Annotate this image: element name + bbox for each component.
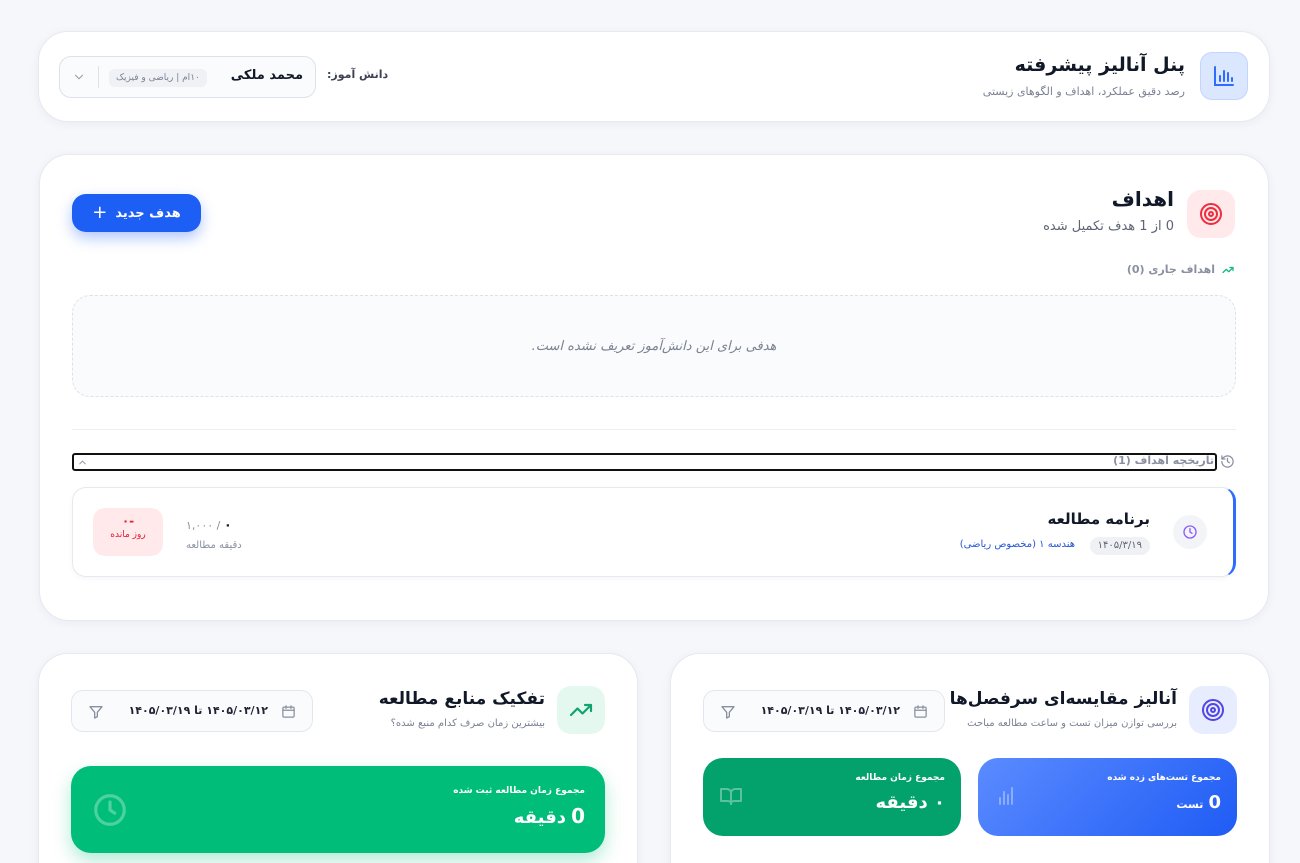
study-sources-card: تفکیک منابع مطالعه بیشترین زمان صرف کدام… <box>38 653 638 863</box>
filter-icon[interactable] <box>88 704 104 720</box>
goals-summary: 0 از 1 هدف تکمیل شده <box>1043 219 1174 234</box>
days-left-value: -۰ <box>121 514 135 528</box>
trending-up-icon <box>1222 266 1234 274</box>
bar-chart-icon <box>999 787 1013 805</box>
compare-title: آنالیز مقایسه‌ای سرفصل‌ها <box>949 689 1177 709</box>
header-card: پنل آنالیز پیشرفته رصد دقیق عملکرد، اهدا… <box>38 31 1270 122</box>
page-title: پنل آنالیز پیشرفته <box>1014 54 1185 76</box>
total-study-time-unit: دقیقه <box>513 807 566 828</box>
goal-subject: هندسه ۱ (مخصوص ریاضی) <box>959 539 1075 550</box>
sources-date-range: ۱۴۰۵/۰۳/۱۲ تا ۱۴۰۵/۰۳/۱۹ <box>128 704 268 717</box>
goals-title: اهداف <box>1111 187 1174 211</box>
history-toggle[interactable] <box>72 453 1217 471</box>
tests-total-label: مجموع تست‌های زده شده <box>1107 773 1221 783</box>
compare-subtitle: بررسی توازن میزان تست و ساعت مطالعه مباح… <box>967 718 1177 729</box>
chevron-down-icon <box>74 74 84 80</box>
student-grade-tag: ۱۰ام | ریاضی و فیزیک <box>109 69 207 87</box>
goal-history-item[interactable]: برنامه مطالعه ۱۴۰۵/۳/۱۹ هندسه ۱ (مخصوص ر… <box>72 487 1236 577</box>
goal-progress: ۰ / ۱,۰۰۰ <box>186 518 232 533</box>
target-icon <box>1187 190 1235 238</box>
page-subtitle: رصد دقیق عملکرد، اهداف و الگوهای زیستی <box>982 85 1185 98</box>
sources-subtitle: بیشترین زمان صرف کدام منبع شده؟ <box>390 718 545 729</box>
student-name: محمد ملکی <box>230 68 303 83</box>
compare-date-range: ۱۴۰۵/۰۳/۱۲ تا ۱۴۰۵/۰۳/۱۹ <box>760 704 900 717</box>
filter-icon[interactable] <box>720 704 736 720</box>
history-label: تاریخچه اهداف (1) <box>1113 454 1214 467</box>
total-study-time-value: 0 دقیقه <box>514 804 585 828</box>
select-divider <box>98 66 99 88</box>
target-icon <box>1189 686 1237 734</box>
days-left-badge: -۰ روز مانده <box>93 508 163 556</box>
topic-compare-card: آنالیز مقایسه‌ای سرفصل‌ها بررسی توازن می… <box>670 653 1270 863</box>
student-select[interactable]: محمد ملکی ۱۰ام | ریاضی و فیزیک <box>59 56 316 98</box>
tests-total-value: 0 تست <box>1176 792 1221 813</box>
chevron-up-icon <box>79 460 86 465</box>
tests-count: 0 <box>1208 792 1221 813</box>
bar-chart-icon <box>1200 52 1248 100</box>
days-left-label: روز مانده <box>110 530 146 540</box>
sources-date-filter[interactable]: ۱۴۰۵/۰۳/۱۲ تا ۱۴۰۵/۰۳/۱۹ <box>71 690 313 732</box>
new-goal-label: هدف جدید <box>115 205 181 221</box>
empty-goals-message: هدفی برای این دانش‌آموز تعریف نشده است. <box>531 338 777 354</box>
empty-goals-box: هدفی برای این دانش‌آموز تعریف نشده است. <box>72 295 1236 397</box>
tests-unit: تست <box>1176 798 1204 811</box>
goal-progress-done: ۰ <box>223 518 232 533</box>
active-goals-label: اهداف جاری (0) <box>1126 263 1215 276</box>
plus-icon: + <box>92 202 108 223</box>
book-open-icon <box>720 788 742 805</box>
total-study-time-stat: مجموع زمان مطالعه ثبت شده 0 دقیقه <box>71 766 605 853</box>
study-time-amount: ۰ دقیقه <box>875 792 945 813</box>
goal-title: برنامه مطالعه <box>1047 510 1150 528</box>
study-time-value: ۰ دقیقه <box>875 792 945 813</box>
clock-icon <box>1173 515 1207 549</box>
clock-icon <box>94 794 126 826</box>
calendar-icon <box>282 705 295 718</box>
goal-unit: دقیقه مطالعه <box>186 540 242 551</box>
new-goal-button[interactable]: هدف جدید + <box>72 194 201 232</box>
trending-up-icon <box>557 686 605 734</box>
total-study-time-label: مجموع زمان مطالعه ثبت شده <box>453 786 585 796</box>
history-icon <box>1221 455 1234 468</box>
student-label: دانش آموز: <box>327 68 389 81</box>
study-time-stat: مجموع زمان مطالعه ۰ دقیقه <box>703 758 961 836</box>
divider <box>72 429 1236 430</box>
tests-total-stat: مجموع تست‌های زده شده 0 تست <box>978 758 1237 836</box>
sources-title: تفکیک منابع مطالعه <box>378 689 545 709</box>
goals-card: اهداف 0 از 1 هدف تکمیل شده هدف جدید + اه… <box>39 154 1269 621</box>
calendar-icon <box>914 705 927 718</box>
goal-progress-target: / ۱,۰۰۰ <box>186 519 221 532</box>
study-time-label: مجموع زمان مطالعه <box>855 773 945 783</box>
compare-date-filter[interactable]: ۱۴۰۵/۰۳/۱۲ تا ۱۴۰۵/۰۳/۱۹ <box>703 690 945 732</box>
goal-date-badge: ۱۴۰۵/۳/۱۹ <box>1089 537 1150 555</box>
total-study-time-amount: 0 <box>571 804 585 828</box>
